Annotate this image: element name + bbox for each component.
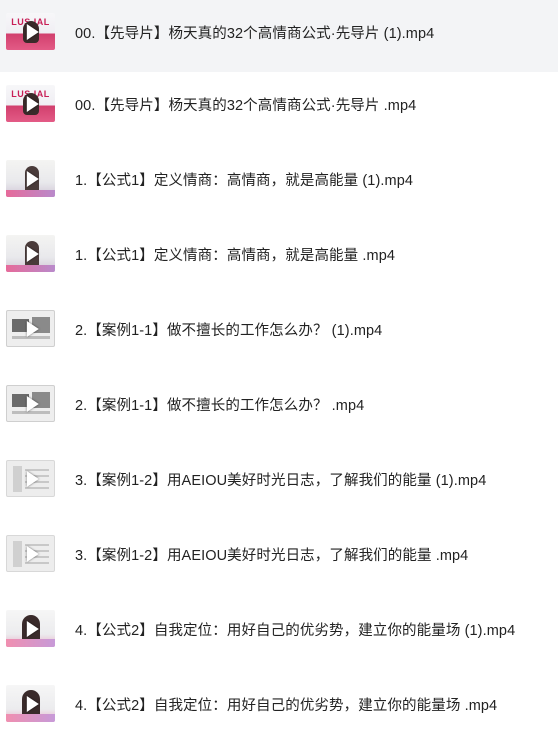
- file-row[interactable]: 4.【公式2】自我定位：用好自己的优劣势，建立你的能量场 (1).mp4: [0, 597, 558, 669]
- video-thumbnail[interactable]: [6, 310, 55, 347]
- thumbnail-banner: [6, 714, 55, 722]
- file-name[interactable]: 2.【案例1-1】做不擅长的工作怎么办？ .mp4: [75, 394, 364, 415]
- video-thumbnail[interactable]: LUS IAL: [6, 85, 55, 122]
- video-thumbnail[interactable]: LUS IAL: [6, 13, 55, 50]
- video-thumbnail[interactable]: [6, 235, 55, 272]
- video-thumbnail[interactable]: [6, 460, 55, 497]
- video-thumbnail[interactable]: [6, 160, 55, 197]
- thumbnail-column: [13, 466, 22, 492]
- play-icon: [26, 170, 39, 187]
- file-row[interactable]: 2.【案例1-1】做不擅长的工作怎么办？ .mp4: [0, 372, 558, 444]
- play-icon: [26, 695, 39, 712]
- file-name[interactable]: 00.【先导片】杨天真的32个高情商公式·先导片 (1).mp4: [75, 22, 434, 43]
- file-name[interactable]: 4.【公式2】自我定位：用好自己的优劣势，建立你的能量场 .mp4: [75, 694, 497, 715]
- play-icon: [26, 470, 39, 487]
- file-name[interactable]: 00.【先导片】杨天真的32个高情商公式·先导片 .mp4: [75, 94, 416, 115]
- file-row[interactable]: 1.【公式1】定义情商：高情商，就是高能量 .mp4: [0, 222, 558, 294]
- play-icon: [26, 620, 39, 637]
- file-row[interactable]: 1.【公式1】定义情商：高情商，就是高能量 (1).mp4: [0, 147, 558, 219]
- file-name[interactable]: 1.【公式1】定义情商：高情商，就是高能量 .mp4: [75, 244, 395, 265]
- file-name[interactable]: 3.【案例1-2】用AEIOU美好时光日志，了解我们的能量 (1).mp4: [75, 469, 486, 490]
- thumbnail-banner: [6, 265, 55, 272]
- file-name[interactable]: 1.【公式1】定义情商：高情商，就是高能量 (1).mp4: [75, 169, 413, 190]
- thumbnail-line: [25, 562, 49, 564]
- play-icon: [26, 320, 39, 337]
- file-name[interactable]: 3.【案例1-2】用AEIOU美好时光日志，了解我们的能量 .mp4: [75, 544, 468, 565]
- play-icon: [26, 545, 39, 562]
- file-row[interactable]: 3.【案例1-2】用AEIOU美好时光日志，了解我们的能量 .mp4: [0, 522, 558, 594]
- file-name[interactable]: 2.【案例1-1】做不擅长的工作怎么办？ (1).mp4: [75, 319, 382, 340]
- video-thumbnail[interactable]: [6, 685, 55, 722]
- thumbnail-banner: [6, 639, 55, 647]
- file-list: LUS IAL 00.【先导片】杨天真的32个高情商公式·先导片 (1).mp4…: [0, 0, 558, 729]
- thumbnail-line: [25, 487, 49, 489]
- file-name[interactable]: 4.【公式2】自我定位：用好自己的优劣势，建立你的能量场 (1).mp4: [75, 619, 515, 640]
- play-icon: [26, 395, 39, 412]
- file-row[interactable]: LUS IAL 00.【先导片】杨天真的32个高情商公式·先导片 (1).mp4: [0, 0, 558, 72]
- file-row[interactable]: LUS IAL 00.【先导片】杨天真的32个高情商公式·先导片 .mp4: [0, 72, 558, 144]
- file-row[interactable]: 4.【公式2】自我定位：用好自己的优劣势，建立你的能量场 .mp4: [0, 672, 558, 744]
- video-thumbnail[interactable]: [6, 610, 55, 647]
- video-thumbnail[interactable]: [6, 535, 55, 572]
- play-icon: [26, 95, 39, 112]
- file-row[interactable]: 3.【案例1-2】用AEIOU美好时光日志，了解我们的能量 (1).mp4: [0, 447, 558, 519]
- play-icon: [26, 245, 39, 262]
- file-row[interactable]: 2.【案例1-1】做不擅长的工作怎么办？ (1).mp4: [0, 297, 558, 369]
- thumbnail-banner: [6, 190, 55, 197]
- video-thumbnail[interactable]: [6, 385, 55, 422]
- play-icon: [26, 23, 39, 40]
- thumbnail-column: [13, 541, 22, 567]
